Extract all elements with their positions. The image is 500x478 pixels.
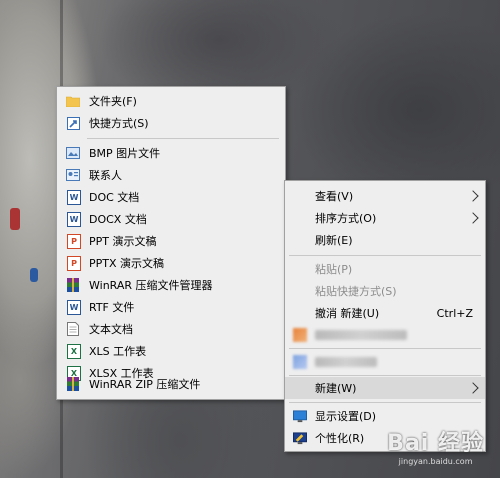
personalize-icon [293, 431, 307, 446]
winrar-icon [66, 278, 80, 293]
pptx-file-icon: P [67, 255, 81, 271]
folder-icon [66, 94, 80, 109]
menu-item-winrar[interactable]: WinRAR 压缩文件管理器 [57, 274, 285, 296]
blurred-label [315, 357, 377, 367]
doc-file-icon: W [67, 189, 81, 205]
menu-item-xls[interactable]: X XLS 工作表 [57, 340, 285, 362]
chevron-right-icon [467, 190, 479, 202]
menu-item-docx[interactable]: W DOCX 文档 [57, 208, 285, 230]
menu-item-new[interactable]: 新建(W) [285, 377, 485, 399]
menu-item-obscured-1[interactable] [285, 324, 485, 346]
menu-separator [289, 402, 481, 403]
menu-item-folder[interactable]: 文件夹(F) [57, 90, 285, 112]
menu-item-winrar-zip[interactable]: WinRAR ZIP 压缩文件 [57, 373, 285, 395]
blurred-app-icon [293, 328, 307, 342]
shortcut-icon [66, 116, 80, 131]
menu-item-refresh[interactable]: 刷新(E) [285, 229, 485, 251]
menu-separator [289, 348, 481, 349]
winrar-zip-icon [66, 377, 80, 392]
menu-separator [289, 375, 481, 376]
menu-item-ppt[interactable]: P PPT 演示文稿 [57, 230, 285, 252]
chevron-right-icon [467, 382, 479, 394]
menu-separator [289, 255, 481, 256]
menu-item-pptx[interactable]: P PPTX 演示文稿 [57, 252, 285, 274]
climber-figure [10, 208, 20, 230]
blurred-label [315, 330, 407, 340]
menu-item-undo-new[interactable]: 撤消 新建(U) Ctrl+Z [285, 302, 485, 324]
menu-item-paste[interactable]: 粘贴(P) [285, 258, 485, 280]
menu-item-bmp[interactable]: BMP 图片文件 [57, 142, 285, 164]
rtf-file-icon: W [67, 299, 81, 315]
chevron-right-icon [467, 212, 479, 224]
menu-separator [87, 138, 279, 139]
menu-item-obscured-2[interactable] [285, 351, 485, 373]
menu-item-shortcut[interactable]: 快捷方式(S) [57, 112, 285, 134]
menu-item-doc[interactable]: W DOC 文档 [57, 186, 285, 208]
blurred-app-icon [293, 355, 307, 369]
ppt-file-icon: P [67, 233, 81, 249]
baidu-jingyan-watermark: Bai 经验 jingyan.baidu.com [387, 431, 484, 466]
display-settings-icon [293, 409, 307, 424]
xls-file-icon: X [67, 343, 81, 359]
new-submenu: 文件夹(F) 快捷方式(S) BMP 图片文件 联系人 W DOC 文档 W D… [56, 86, 286, 400]
menu-item-sort-by[interactable]: 排序方式(O) [285, 207, 485, 229]
contact-icon [66, 168, 80, 183]
climber-figure [30, 268, 38, 282]
menu-item-view[interactable]: 查看(V) [285, 185, 485, 207]
menu-item-display-settings[interactable]: 显示设置(D) [285, 405, 485, 427]
bmp-file-icon [66, 146, 80, 161]
desktop-context-menu: 查看(V) 排序方式(O) 刷新(E) 粘贴(P) 粘贴快捷方式(S) 撤消 新… [284, 180, 486, 452]
menu-item-contact[interactable]: 联系人 [57, 164, 285, 186]
menu-item-rtf[interactable]: W RTF 文件 [57, 296, 285, 318]
menu-item-text-document[interactable]: 文本文档 [57, 318, 285, 340]
text-file-icon [66, 322, 80, 337]
docx-file-icon: W [67, 211, 81, 227]
menu-item-paste-shortcut[interactable]: 粘贴快捷方式(S) [285, 280, 485, 302]
